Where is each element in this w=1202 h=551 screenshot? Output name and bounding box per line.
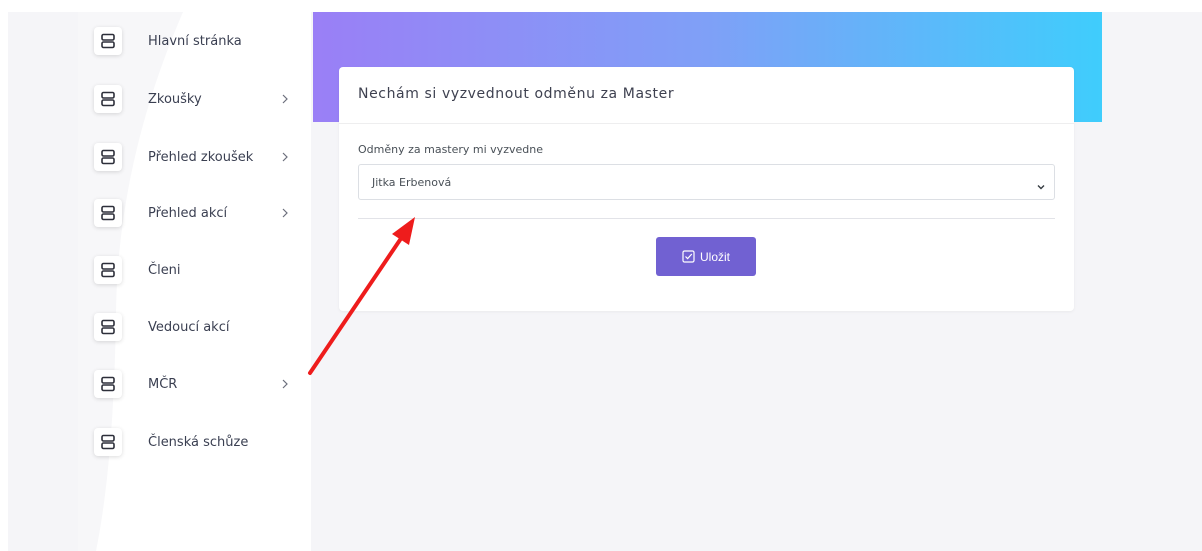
server-icon	[94, 428, 122, 456]
sidebar-item-zkousky[interactable]: Zkoušky	[94, 82, 294, 116]
sidebar-item-label: MČR	[148, 376, 178, 392]
checkbox-icon	[682, 250, 695, 263]
chevron-right-icon	[281, 367, 289, 401]
sidebar-item-label: Hlavní stránka	[148, 33, 242, 49]
sidebar-item-label: Přehled akcí	[148, 205, 228, 221]
sidebar-item-prehled-akci[interactable]: Přehled akcí	[94, 196, 294, 230]
save-button-label: Uložit	[699, 249, 730, 264]
sidebar-item-mcr[interactable]: MČR	[94, 367, 294, 401]
sidebar-item-prehled-zkousek[interactable]: Přehled zkoušek	[94, 140, 294, 174]
select-value: Jitka Erbenová	[372, 175, 452, 189]
sidebar-item-cleni[interactable]: Členi	[94, 253, 294, 287]
chevron-right-icon	[281, 196, 289, 230]
card-header-divider	[339, 123, 1074, 124]
reward-pickup-label: Odměny za mastery mi vyzvedne	[358, 143, 543, 156]
sidebar-item-vedouci-akci[interactable]: Vedoucí akcí	[94, 310, 294, 344]
sidebar: Hlavní stránka Zkoušky Přehled zkoušek P…	[78, 12, 311, 551]
server-icon	[94, 370, 122, 398]
reward-pickup-card: Nechám si vyzvednout odměnu za Master Od…	[339, 67, 1074, 311]
sidebar-item-label: Zkoušky	[148, 91, 202, 107]
save-button[interactable]: Uložit	[656, 237, 756, 276]
server-icon	[94, 256, 122, 284]
server-icon	[94, 313, 122, 341]
chevron-right-icon	[281, 82, 289, 116]
sidebar-item-label: Členi	[148, 262, 181, 278]
form-divider	[358, 218, 1055, 219]
sidebar-item-label: Členská schůze	[148, 434, 249, 450]
card-title: Nechám si vyzvednout odměnu za Master	[358, 86, 675, 102]
server-icon	[94, 85, 122, 113]
chevron-right-icon	[281, 140, 289, 174]
server-icon	[94, 199, 122, 227]
app-frame: Hlavní stránka Zkoušky Přehled zkoušek P…	[8, 12, 1202, 551]
chevron-down-icon	[1036, 177, 1046, 196]
reward-pickup-select[interactable]: Jitka Erbenová	[358, 164, 1055, 200]
server-icon	[94, 143, 122, 171]
sidebar-item-label: Přehled zkoušek	[148, 149, 254, 165]
sidebar-item-label: Vedoucí akcí	[148, 319, 230, 335]
sidebar-item-hlavni-stranka[interactable]: Hlavní stránka	[94, 24, 294, 58]
sidebar-item-clenska-schuze[interactable]: Členská schůze	[94, 425, 294, 459]
server-icon	[94, 27, 122, 55]
